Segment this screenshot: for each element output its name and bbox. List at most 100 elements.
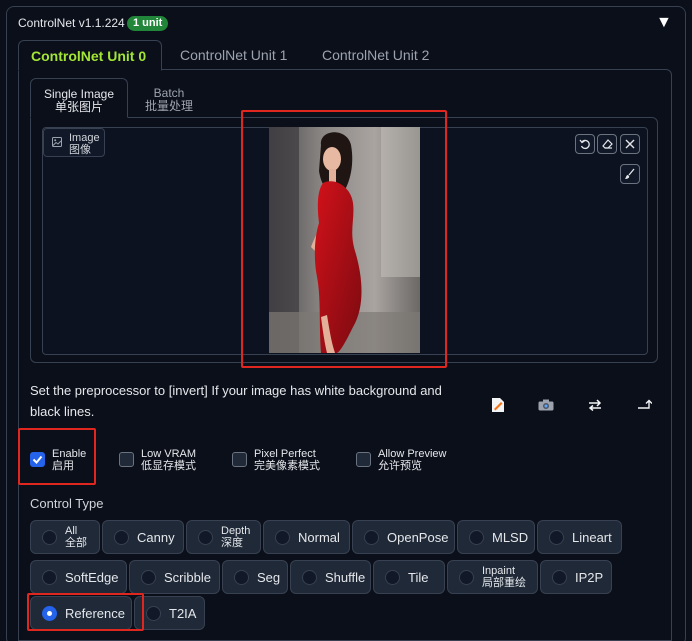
radio-dot[interactable] xyxy=(385,570,400,585)
radio-dot-selected[interactable] xyxy=(42,606,57,621)
radio-tile[interactable]: Tile xyxy=(373,560,445,594)
control-type-label: Control Type xyxy=(30,496,104,511)
radio-depth-text-cn: 深度 xyxy=(221,537,243,549)
send-dimensions-icon xyxy=(638,399,652,409)
radio-dot[interactable] xyxy=(549,530,564,545)
radio-seg-label: Seg xyxy=(257,569,281,585)
camera-button[interactable] xyxy=(536,396,556,414)
allow-preview-label-text: Allow Preview xyxy=(378,448,447,460)
radio-dot[interactable] xyxy=(364,530,379,545)
radio-all-text-cn: 全部 xyxy=(65,537,87,549)
pixel-perfect-label-cn: 完美像素模式 xyxy=(254,460,320,472)
radio-ip2p-label: IP2P xyxy=(575,569,604,585)
radio-dot[interactable] xyxy=(302,570,317,585)
radio-mlsd[interactable]: MLSD xyxy=(457,520,535,554)
radio-reference[interactable]: Reference xyxy=(30,596,132,630)
radio-all-label: All 全部 xyxy=(65,521,87,553)
eraser-icon xyxy=(602,139,613,149)
radio-depth-label: Depth 深度 xyxy=(221,521,250,553)
radio-lineart-label: Lineart xyxy=(572,529,612,545)
allow-preview-label-cn: 允许预览 xyxy=(378,460,422,472)
image-label: Image 图像 xyxy=(43,128,105,157)
edit-image-icon xyxy=(492,398,504,412)
send-dimensions-button[interactable] xyxy=(634,396,654,414)
radio-dot[interactable] xyxy=(146,606,161,621)
check-icon xyxy=(32,455,43,464)
swap-button[interactable] xyxy=(585,396,605,414)
radio-inpaint[interactable]: Inpaint 局部重绘 xyxy=(447,560,538,594)
low-vram-label-cn: 低显存模式 xyxy=(141,460,196,472)
radio-softedge[interactable]: SoftEdge xyxy=(30,560,127,594)
radio-dot[interactable] xyxy=(552,570,567,585)
allow-preview-check-box[interactable] xyxy=(356,452,371,467)
radio-dot[interactable] xyxy=(42,530,57,545)
reference-photo xyxy=(269,127,420,353)
tab-single-image-label-cn: 单张图片 xyxy=(54,100,103,114)
radio-all-text: All xyxy=(65,525,78,537)
radio-lineart[interactable]: Lineart xyxy=(537,520,622,554)
image-label-text: Image xyxy=(69,132,100,144)
tab-single-image[interactable]: Single Image 单张图片 xyxy=(30,78,128,118)
tab-batch[interactable]: Batch 批量处理 xyxy=(140,87,198,113)
radio-dot[interactable] xyxy=(198,530,213,545)
tab-batch-label-cn: 批量处理 xyxy=(144,99,193,113)
image-label-text-cn: 图像 xyxy=(69,144,91,156)
camera-icon xyxy=(538,399,554,411)
radio-inpaint-label: Inpaint 局部重绘 xyxy=(482,561,526,593)
radio-inpaint-text: Inpaint xyxy=(482,565,516,577)
edit-image-button[interactable] xyxy=(488,396,508,414)
eraser-button[interactable] xyxy=(597,134,617,154)
enable-label-cn: 启用 xyxy=(52,460,74,472)
preprocessor-hint: Set the preprocessor to [invert] If your… xyxy=(30,383,442,419)
low-vram-label-text: Low VRAM xyxy=(141,448,197,460)
radio-openpose[interactable]: OpenPose xyxy=(352,520,455,554)
allow-preview-label: Allow Preview 允许预览 xyxy=(378,448,446,472)
undo-icon xyxy=(579,139,590,150)
pixel-perfect-check-box[interactable] xyxy=(232,452,247,467)
radio-shuffle-label: Shuffle xyxy=(325,569,366,585)
radio-dot[interactable] xyxy=(459,570,474,585)
radio-scribble[interactable]: Scribble xyxy=(129,560,220,594)
radio-reference-label: Reference xyxy=(65,605,125,621)
radio-softedge-label: SoftEdge xyxy=(65,569,119,585)
triangle-down-icon[interactable]: ▼ xyxy=(656,14,672,32)
radio-inpaint-text-cn: 局部重绘 xyxy=(482,577,526,589)
radio-t2ia[interactable]: T2IA xyxy=(134,596,205,630)
brush-button[interactable] xyxy=(620,164,640,184)
panel-title[interactable]: ControlNet v1.1.224 xyxy=(18,16,125,30)
radio-normal-label: Normal xyxy=(298,529,340,545)
radio-dot[interactable] xyxy=(114,530,129,545)
radio-dot[interactable] xyxy=(469,530,484,545)
close-icon xyxy=(625,139,635,149)
radio-depth-text: Depth xyxy=(221,525,251,537)
radio-dot[interactable] xyxy=(275,530,290,545)
tab-controlnet-unit-0[interactable]: ControlNet Unit 0 xyxy=(18,40,162,71)
radio-shuffle[interactable]: Shuffle xyxy=(290,560,371,594)
radio-dot[interactable] xyxy=(234,570,249,585)
radio-dot[interactable] xyxy=(141,570,156,585)
low-vram-label: Low VRAM 低显存模式 xyxy=(141,448,196,472)
clear-button[interactable] xyxy=(620,134,640,154)
radio-all[interactable]: All 全部 xyxy=(30,520,100,554)
enable-check-box[interactable] xyxy=(30,452,45,467)
radio-openpose-label: OpenPose xyxy=(387,529,449,545)
undo-button[interactable] xyxy=(575,134,595,154)
radio-dot[interactable] xyxy=(42,570,57,585)
pixel-perfect-label: Pixel Perfect 完美像素模式 xyxy=(254,448,320,472)
radio-t2ia-label: T2IA xyxy=(169,605,197,621)
tab-controlnet-unit-1[interactable]: ControlNet Unit 1 xyxy=(168,40,299,70)
radio-depth[interactable]: Depth 深度 xyxy=(186,520,261,554)
low-vram-check-box[interactable] xyxy=(119,452,134,467)
enable-label-text: Enable xyxy=(52,448,87,460)
radio-ip2p[interactable]: IP2P xyxy=(540,560,612,594)
radio-seg[interactable]: Seg xyxy=(222,560,288,594)
unit-count-badge: 1 unit xyxy=(127,16,169,31)
brush-icon xyxy=(625,168,635,179)
swap-icon xyxy=(588,399,602,411)
radio-canny[interactable]: Canny xyxy=(102,520,184,554)
tab-controlnet-unit-2[interactable]: ControlNet Unit 2 xyxy=(310,40,441,70)
radio-mlsd-label: MLSD xyxy=(492,529,529,545)
enable-label: Enable 启用 xyxy=(52,448,86,472)
radio-canny-label: Canny xyxy=(137,529,175,545)
radio-normal[interactable]: Normal xyxy=(263,520,350,554)
